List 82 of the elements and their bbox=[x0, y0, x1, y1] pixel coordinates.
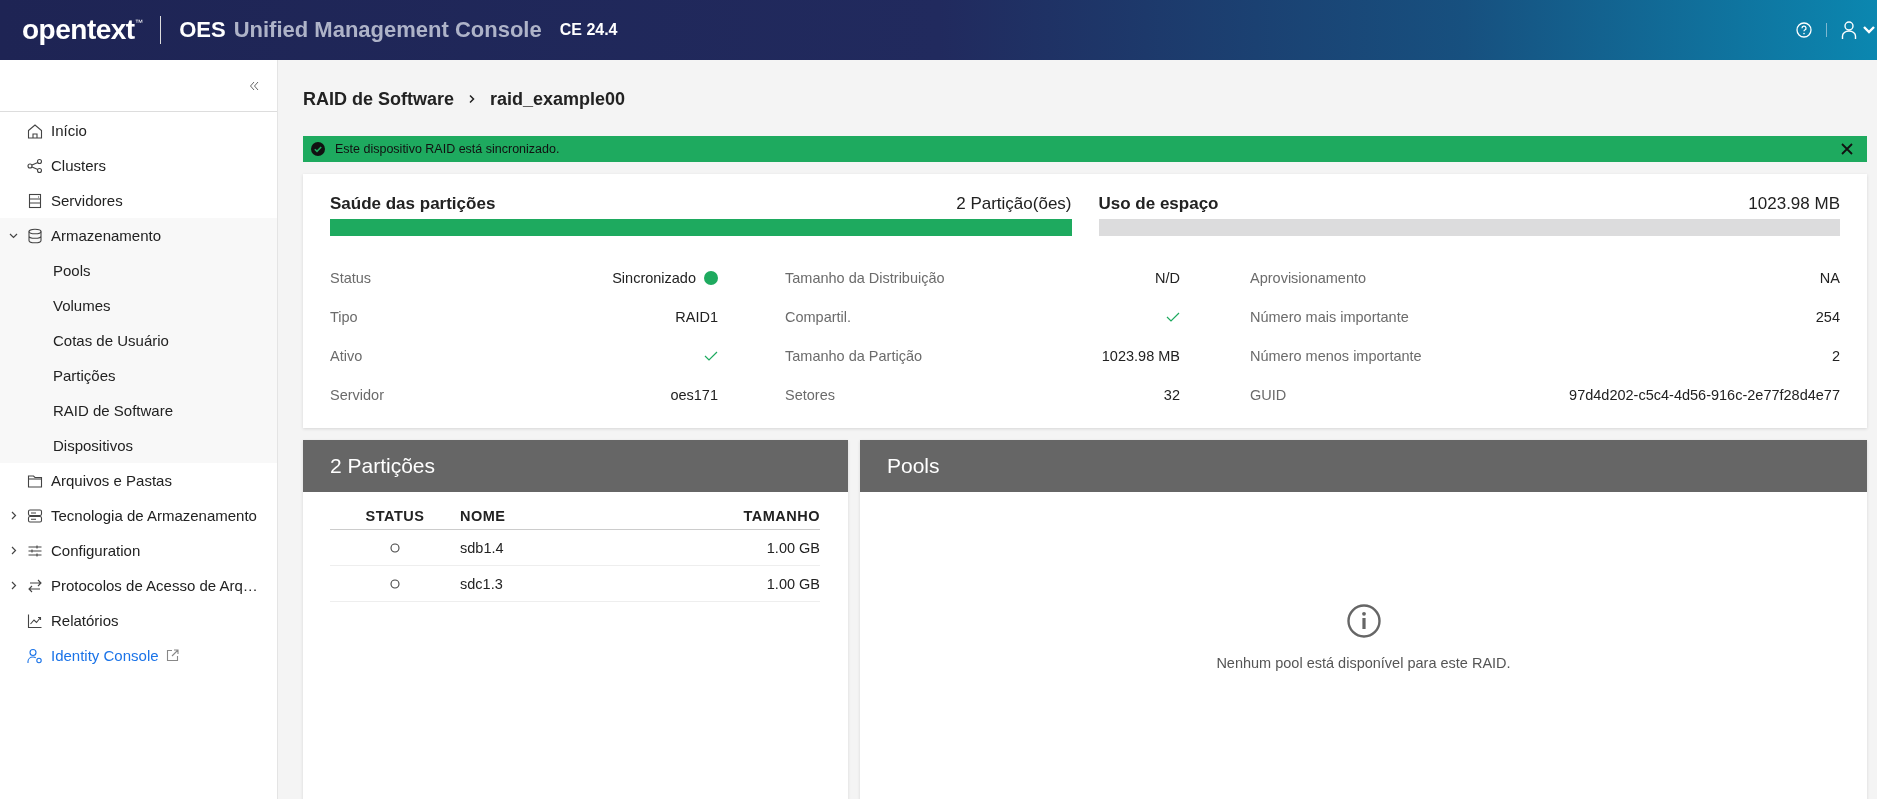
field-label: GUID bbox=[1250, 386, 1287, 403]
section-value: 2 Partição(ões) bbox=[956, 194, 1072, 214]
sidebar-item[interactable]: Dispositivos bbox=[0, 428, 277, 463]
breadcrumb-link[interactable]: RAID de Software bbox=[303, 88, 455, 110]
panel-title: Pools bbox=[887, 454, 940, 478]
sidebar-item[interactable]: Arquivos e Pastas bbox=[0, 463, 277, 498]
chevron-down-icon[interactable] bbox=[9, 231, 18, 240]
sidebar-item[interactable]: Armazenamento bbox=[0, 218, 277, 253]
chevron-right-icon bbox=[468, 94, 477, 104]
sidebar-item[interactable]: Partições bbox=[0, 358, 277, 393]
status-circle-icon bbox=[390, 542, 400, 553]
field-value: NA bbox=[1819, 269, 1840, 286]
help-icon[interactable] bbox=[1796, 22, 1812, 38]
field-value: 32 bbox=[1163, 386, 1180, 403]
section-title: Uso de espaço bbox=[1098, 194, 1219, 214]
sidebar-item[interactable]: Cotas de Usuário bbox=[0, 323, 277, 358]
collapse-icon[interactable] bbox=[249, 80, 259, 91]
section-value: 1023.98 MB bbox=[1748, 194, 1840, 214]
field-label: Ativo bbox=[330, 347, 363, 364]
sidebar-item[interactable]: Tecnologia de Armazenamento bbox=[0, 498, 277, 533]
sidebar-item[interactable]: Clusters bbox=[0, 148, 277, 183]
field-value: Sincronizado bbox=[612, 269, 696, 286]
field-value: 2 bbox=[1831, 347, 1840, 364]
field-value: N/D bbox=[1155, 269, 1180, 286]
section-title: Saúde das partições bbox=[330, 194, 496, 214]
field-value: RAID1 bbox=[675, 308, 718, 325]
home-icon bbox=[27, 122, 43, 139]
product-name: OES bbox=[179, 17, 226, 43]
table-cell: sdb1.4 bbox=[460, 529, 595, 566]
column-header: TAMANHO bbox=[594, 502, 820, 530]
field-label: Tipo bbox=[330, 308, 358, 325]
sidebar-item[interactable]: Protocolos de Acesso de Arq… bbox=[0, 568, 277, 603]
storage-icon bbox=[27, 507, 43, 524]
empty-message: Nenhum pool está disponível para este RAID. bbox=[1216, 655, 1511, 671]
sidebar-item[interactable]: RAID de Software bbox=[0, 393, 277, 428]
user-menu-icon[interactable] bbox=[1841, 20, 1877, 40]
sidebar-item[interactable]: Início bbox=[0, 113, 277, 148]
sidebar-item[interactable]: Relatórios bbox=[0, 603, 277, 638]
share-icon bbox=[27, 157, 43, 174]
sidebar-item[interactable]: Volumes bbox=[0, 288, 277, 323]
field-label: Setores bbox=[785, 386, 835, 403]
field-value: 97d4d202-c5c4-4d56-916c-2e77f28d4e77 bbox=[1569, 386, 1840, 403]
folder-icon bbox=[27, 472, 43, 489]
chart-icon bbox=[27, 612, 43, 629]
server-icon bbox=[27, 192, 43, 209]
check-circle-icon bbox=[311, 142, 325, 156]
panel-title: 2 Partições bbox=[330, 454, 436, 478]
field-label: Compartil. bbox=[785, 308, 852, 325]
breadcrumb-current: raid_example00 bbox=[490, 88, 626, 110]
close-icon[interactable] bbox=[1841, 143, 1853, 155]
sidebar-item[interactable]: Identity Console bbox=[0, 638, 277, 673]
field-label: Tamanho da Distribuição bbox=[785, 269, 945, 286]
external-link-icon bbox=[165, 649, 179, 662]
field-label: Servidor bbox=[330, 386, 384, 403]
sidebar-item[interactable]: Servidores bbox=[0, 183, 277, 218]
version-label: CE 24.4 bbox=[559, 21, 618, 39]
field-value: 254 bbox=[1815, 308, 1840, 325]
banner-message: Este dispositivo RAID está sincronizado. bbox=[335, 142, 561, 156]
status-circle-icon bbox=[390, 578, 400, 589]
field-label: Tamanho da Partição bbox=[785, 347, 923, 364]
table-cell: sdc1.3 bbox=[460, 565, 595, 602]
field-label: Número menos importante bbox=[1250, 347, 1422, 364]
database-icon bbox=[27, 227, 43, 244]
chevron-right-icon[interactable] bbox=[9, 511, 18, 520]
app-title: Unified Management Console bbox=[233, 17, 542, 43]
column-header: STATUS bbox=[330, 502, 460, 530]
field-label: Status bbox=[330, 269, 372, 286]
field-label: Aprovisionamento bbox=[1250, 269, 1367, 286]
field-value: 1023.98 MB bbox=[1101, 347, 1180, 364]
usergear-icon bbox=[27, 647, 43, 664]
column-header: NOME bbox=[460, 502, 595, 530]
field-value: oes171 bbox=[670, 386, 718, 403]
brand-logo: opentext$^{™}$ bbox=[22, 14, 143, 46]
chevron-right-icon[interactable] bbox=[9, 581, 18, 590]
sidebar-item[interactable]: Configuration bbox=[0, 533, 277, 568]
table-cell: 1.00 GB bbox=[594, 565, 820, 602]
sidebar-item[interactable]: Pools bbox=[0, 253, 277, 288]
arrows-icon bbox=[27, 577, 43, 594]
info-icon bbox=[1346, 604, 1381, 638]
field-label: Número mais importante bbox=[1250, 308, 1409, 325]
table-cell: 1.00 GB bbox=[594, 529, 820, 566]
chevron-right-icon[interactable] bbox=[9, 546, 18, 555]
